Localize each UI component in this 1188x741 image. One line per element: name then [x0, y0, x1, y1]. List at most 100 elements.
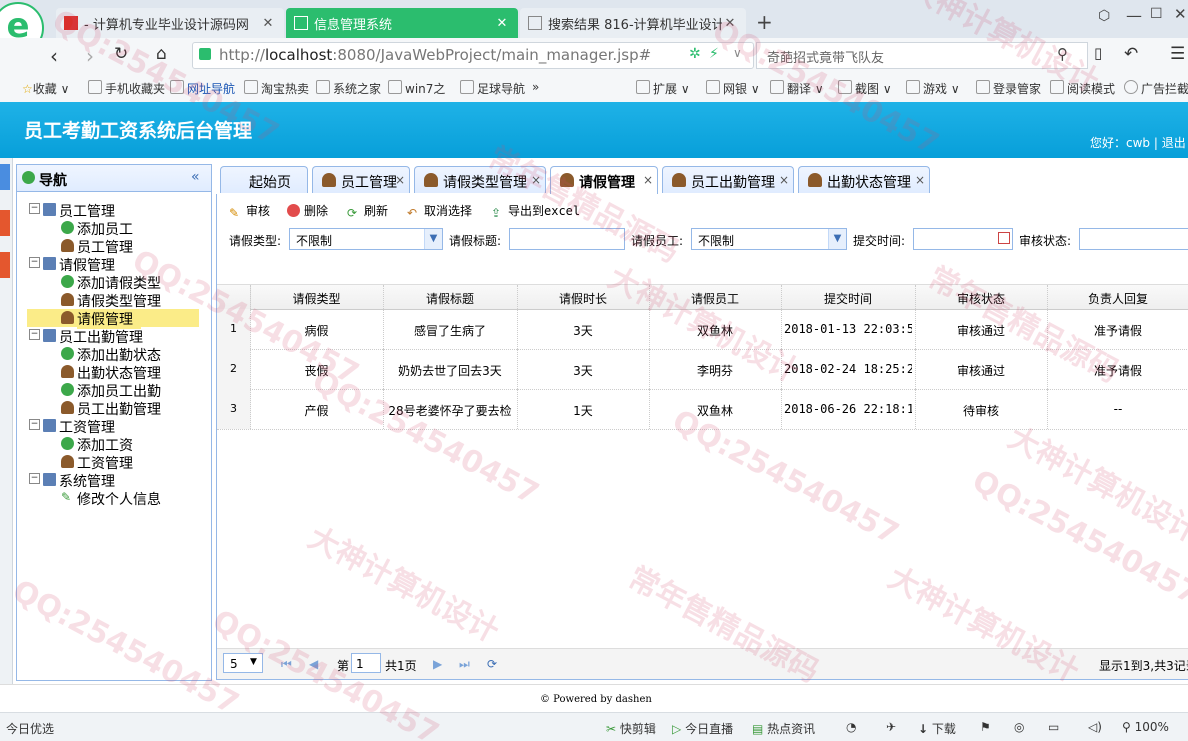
browser-tab-active[interactable]: 信息管理系统 ✕ [286, 8, 518, 38]
close-icon[interactable]: × [531, 173, 541, 187]
status-quick-edit[interactable]: ✂ 快剪辑 [606, 720, 656, 737]
page-number-input[interactable]: 1 [351, 653, 381, 673]
tab-home[interactable]: 起始页 [220, 166, 308, 193]
tab-1[interactable]: 员工管理 × [312, 166, 410, 193]
speed-icon[interactable]: ✲ [689, 46, 701, 62]
tool-screenshot[interactable]: 截图 ∨ [838, 80, 892, 97]
tab-2[interactable]: 请假类型管理 × [414, 166, 546, 193]
pin-icon[interactable]: ✈ [886, 720, 896, 734]
address-bar[interactable]: http://localhost:8080/JavaWebProject/mai… [192, 42, 754, 69]
sidebar-widget-icon[interactable] [0, 210, 10, 236]
status-live[interactable]: ▷ 今日直播 [672, 720, 733, 737]
leave-type-select[interactable]: 不限制 ▼ [289, 228, 443, 250]
new-tab-button[interactable]: + [756, 10, 773, 34]
nav-group[interactable]: − 系统管理 [17, 471, 211, 490]
tab-3[interactable]: 请假管理 × [550, 166, 658, 194]
nav-item[interactable]: 请假管理 [17, 309, 211, 329]
nav-group[interactable]: − 请假管理 [17, 255, 211, 274]
user-greeting[interactable]: 您好：cwb | 退出 [1090, 134, 1186, 151]
clear-selection-button[interactable]: ↶ 取消选择 [407, 202, 472, 220]
tool-extensions[interactable]: 扩展 ∨ [636, 80, 690, 97]
submit-time-input[interactable] [913, 228, 1013, 250]
tool-login[interactable]: 登录管家 [976, 80, 1041, 97]
bookmark-football[interactable]: 足球导航 [460, 80, 525, 97]
column-header[interactable]: 请假时长 [517, 290, 649, 307]
bookmark-win7[interactable]: win7之 [388, 80, 445, 97]
column-header[interactable]: 请假标题 [383, 290, 517, 307]
close-icon[interactable]: × [779, 173, 789, 187]
home-icon[interactable]: ⌂ [156, 44, 167, 64]
tab-4[interactable]: 员工出勤管理 × [662, 166, 794, 193]
calendar-icon[interactable] [998, 232, 1010, 244]
tool-adblock[interactable]: 广告拦截 [1124, 80, 1188, 97]
close-icon[interactable]: ✕ [494, 16, 510, 31]
chevron-down-icon[interactable]: ∨ [733, 46, 742, 60]
nav-group[interactable]: − 员工出勤管理 [17, 327, 211, 346]
page-size-select[interactable]: 5 ▼ [223, 653, 263, 673]
nav-item[interactable]: 添加出勤状态 [17, 345, 211, 364]
nav-item[interactable]: 添加工资 [17, 435, 211, 454]
bookmark-nav[interactable]: 网址导航 [170, 80, 235, 97]
column-header[interactable]: 请假员工 [649, 290, 781, 307]
nav-item[interactable]: 出勤状态管理 [17, 363, 211, 382]
bookmark-favorites[interactable]: ☆收藏 ∨ [22, 80, 69, 97]
browser-tab[interactable]: - 计算机专业毕业设计源码网 ✕ [56, 8, 284, 38]
window-icon[interactable]: ▭ [1048, 720, 1059, 734]
sidebar-widget-icon[interactable] [0, 164, 10, 190]
back-icon[interactable]: ‹ [50, 44, 58, 68]
close-icon[interactable]: × [915, 173, 925, 187]
tree-toggle-icon[interactable]: − [29, 329, 40, 340]
bookmark-more[interactable]: » [532, 80, 539, 94]
status-select[interactable] [1079, 228, 1188, 250]
phone-icon[interactable]: ▯ [1094, 44, 1102, 62]
table-row[interactable]: 3 产假 28号老婆怀孕了要去检 1天 双鱼林 2018-06-26 22:18:1 待审核… [217, 389, 1188, 430]
employee-select[interactable]: 不限制 ▼ [691, 228, 847, 250]
leave-title-input[interactable] [509, 228, 625, 250]
sidebar-widget-icon[interactable] [0, 252, 10, 278]
nav-item[interactable]: 添加员工出勤 [17, 381, 211, 400]
tree-toggle-icon[interactable]: − [29, 473, 40, 484]
column-header[interactable]: 提交时间 [781, 290, 915, 307]
minimize-button[interactable]: — [1126, 6, 1142, 25]
bookmark-system[interactable]: 系统之家 [316, 80, 381, 97]
tool-games[interactable]: 游戏 ∨ [906, 80, 960, 97]
forward-icon[interactable]: › [86, 44, 94, 68]
last-page-icon[interactable]: ⏭ [459, 657, 470, 672]
browser-icon[interactable]: ◎ [1014, 720, 1024, 734]
status-news[interactable]: ▤ 热点资讯 [752, 720, 815, 737]
search-input[interactable]: 奇葩招式竟带飞队友 ⚲ [756, 42, 1088, 69]
tool-translate[interactable]: 翻译 ∨ [770, 80, 824, 97]
collapse-icon[interactable]: « [191, 169, 200, 185]
search-icon[interactable]: ⚲ [1057, 45, 1068, 63]
tree-toggle-icon[interactable]: − [29, 203, 40, 214]
column-header[interactable]: 负责人回复 [1047, 290, 1188, 307]
close-icon[interactable]: ✕ [260, 16, 276, 31]
close-icon[interactable]: × [643, 173, 653, 187]
browser-tab[interactable]: 搜索结果 816-计算机毕业设计源 ✕ [520, 8, 746, 38]
close-icon[interactable]: × [395, 173, 405, 187]
close-window-button[interactable]: ✕ [1174, 5, 1187, 23]
nav-group[interactable]: − 工资管理 [17, 417, 211, 436]
maximize-button[interactable]: ☐ [1150, 6, 1163, 22]
column-header[interactable]: 请假类型 [250, 290, 383, 307]
lightning-icon[interactable]: ⚡ [709, 46, 719, 62]
first-page-icon[interactable]: ⏮ [281, 657, 292, 672]
delete-button[interactable]: 删除 [287, 202, 328, 219]
nav-item[interactable]: 请假类型管理 [17, 291, 211, 310]
refresh-button[interactable]: ⟳ 刷新 [347, 202, 388, 220]
chevron-down-icon[interactable]: ▼ [424, 229, 442, 249]
tree-toggle-icon[interactable]: − [29, 257, 40, 268]
tree-toggle-icon[interactable]: − [29, 419, 40, 430]
nav-item[interactable]: 员工出勤管理 [17, 399, 211, 418]
tool-bank[interactable]: 网银 ∨ [706, 80, 760, 97]
approve-button[interactable]: ✎ 审核 [229, 202, 270, 220]
refresh-icon[interactable]: ↻ [114, 44, 128, 64]
bookmark-mobile[interactable]: 手机收藏夹 [88, 80, 165, 97]
reload-icon[interactable]: ⟳ [487, 657, 497, 671]
nav-item[interactable]: 工资管理 [17, 453, 211, 472]
chevron-down-icon[interactable]: ▼ [828, 229, 846, 249]
column-header[interactable]: 审核状态 [915, 290, 1047, 307]
close-icon[interactable]: ✕ [722, 16, 738, 31]
skin-icon[interactable]: ⬡ [1098, 8, 1110, 24]
menu-icon[interactable]: ☰ [1170, 44, 1185, 64]
